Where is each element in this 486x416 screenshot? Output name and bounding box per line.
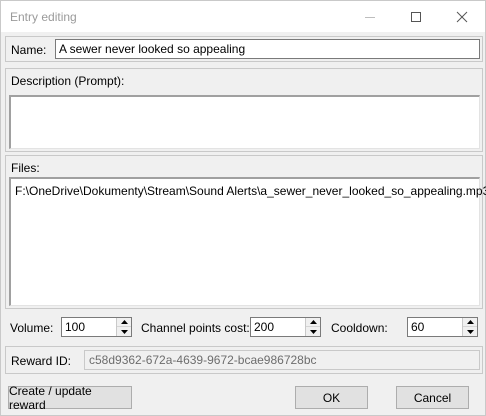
cooldown-label: Cooldown: bbox=[331, 321, 388, 335]
files-panel: Files: F:\OneDrive\Dokumenty\Stream\Soun… bbox=[5, 155, 486, 309]
cancel-button[interactable]: Cancel bbox=[396, 386, 469, 409]
volume-stepper[interactable]: 100 bbox=[61, 317, 132, 337]
channel-points-stepper-arrows bbox=[305, 318, 320, 336]
close-icon bbox=[456, 11, 468, 22]
maximize-button[interactable] bbox=[393, 1, 439, 32]
minimize-button[interactable] bbox=[347, 1, 393, 32]
name-input[interactable]: A sewer never looked so appealing bbox=[55, 39, 480, 59]
files-label: Files: bbox=[11, 161, 40, 175]
cooldown-stepper-arrows bbox=[462, 318, 477, 336]
cooldown-value: 60 bbox=[411, 320, 425, 334]
volume-value: 100 bbox=[65, 320, 86, 334]
window-title: Entry editing bbox=[10, 10, 77, 24]
maximize-icon bbox=[411, 11, 421, 22]
channel-points-down-arrow-icon[interactable] bbox=[306, 327, 320, 336]
cooldown-stepper[interactable]: 60 bbox=[407, 317, 478, 337]
create-update-reward-button[interactable]: Create / update reward bbox=[8, 384, 132, 412]
channel-points-label: Channel points cost: bbox=[141, 321, 250, 335]
volume-down-arrow-icon[interactable] bbox=[117, 327, 131, 336]
name-label: Name: bbox=[11, 43, 47, 57]
files-list[interactable]: F:\OneDrive\Dokumenty\Stream\Sound Alert… bbox=[9, 177, 486, 306]
reward-panel: Reward ID: c58d9362-672a-4639-9672-bcae9… bbox=[5, 346, 483, 374]
volume-stepper-arrows bbox=[116, 318, 131, 336]
file-list-item[interactable]: F:\OneDrive\Dokumenty\Stream\Sound Alert… bbox=[15, 184, 486, 198]
channel-points-stepper[interactable]: 200 bbox=[250, 317, 321, 337]
cooldown-down-arrow-icon[interactable] bbox=[463, 327, 477, 336]
minimize-icon bbox=[365, 16, 375, 18]
description-textarea[interactable] bbox=[9, 95, 480, 149]
channel-points-value: 200 bbox=[254, 320, 275, 334]
reward-id-label: Reward ID: bbox=[11, 354, 72, 368]
channel-points-up-arrow-icon[interactable] bbox=[306, 318, 320, 327]
volume-label: Volume: bbox=[10, 321, 54, 335]
description-label: Description (Prompt): bbox=[11, 74, 125, 88]
entry-editing-window: Entry editing Name: A sewer never looked… bbox=[0, 0, 486, 416]
volume-up-arrow-icon[interactable] bbox=[117, 318, 131, 327]
close-button[interactable] bbox=[439, 1, 485, 32]
cooldown-up-arrow-icon[interactable] bbox=[463, 318, 477, 327]
title-bar: Entry editing bbox=[1, 1, 485, 32]
reward-id-field: c58d9362-672a-4639-9672-bcae986728bc bbox=[84, 350, 480, 370]
description-panel: Description (Prompt): bbox=[5, 68, 483, 152]
ok-button[interactable]: OK bbox=[295, 386, 368, 409]
name-panel: Name: A sewer never looked so appealing bbox=[5, 36, 483, 62]
